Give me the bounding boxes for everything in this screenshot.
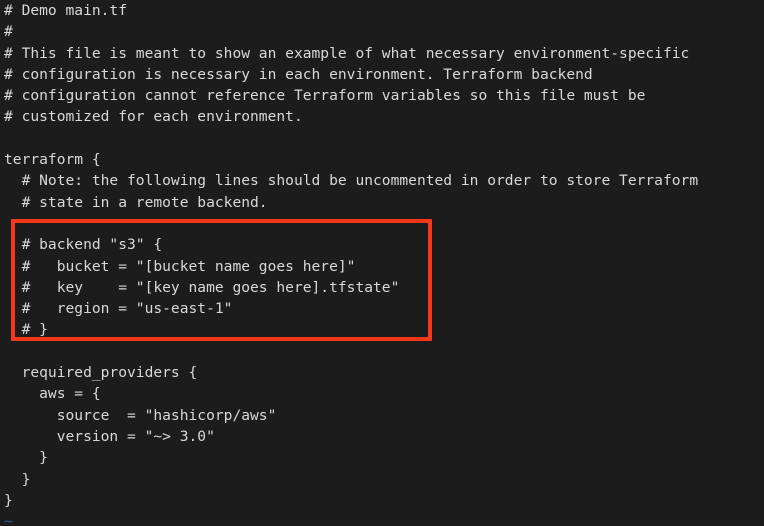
code-line: # Demo main.tf (4, 2, 128, 19)
code-line: } (4, 449, 48, 467)
code-line: aws = { (4, 385, 101, 403)
code-line: # configuration cannot reference Terrafo… (4, 87, 646, 105)
code-line: required_providers { (4, 364, 198, 382)
code-line: # This file is meant to show an example … (4, 44, 690, 62)
code-line-backend-bucket: # bucket = "[bucket name goes here]" (4, 257, 356, 275)
code-line: # state in a remote backend. (4, 193, 268, 211)
code-line-backend-close: # } (4, 321, 48, 339)
code-line: source = "hashicorp/aws" (4, 406, 277, 424)
code-line-backend-open: # backend "s3" { (4, 236, 163, 254)
code-line: # (4, 23, 13, 41)
empty-line-marker: ~ (4, 513, 13, 526)
code-line: # customized for each environment. (4, 108, 303, 126)
code-line-backend-key: # key = "[key name goes here].tfstate" (4, 278, 400, 296)
code-line: # Note: the following lines should be un… (4, 172, 699, 190)
code-line-backend-region: # region = "us-east-1" (4, 300, 233, 318)
code-line: # configuration is necessary in each env… (4, 65, 593, 83)
code-line: } (4, 470, 31, 488)
code-content[interactable]: # Demo main.tf # # This file is meant to… (4, 0, 764, 526)
code-line: } (4, 491, 13, 509)
code-line: terraform { (4, 151, 101, 169)
code-line: version = "~> 3.0" (4, 427, 215, 445)
terminal-editor-window[interactable]: # Demo main.tf # # This file is meant to… (0, 0, 764, 526)
